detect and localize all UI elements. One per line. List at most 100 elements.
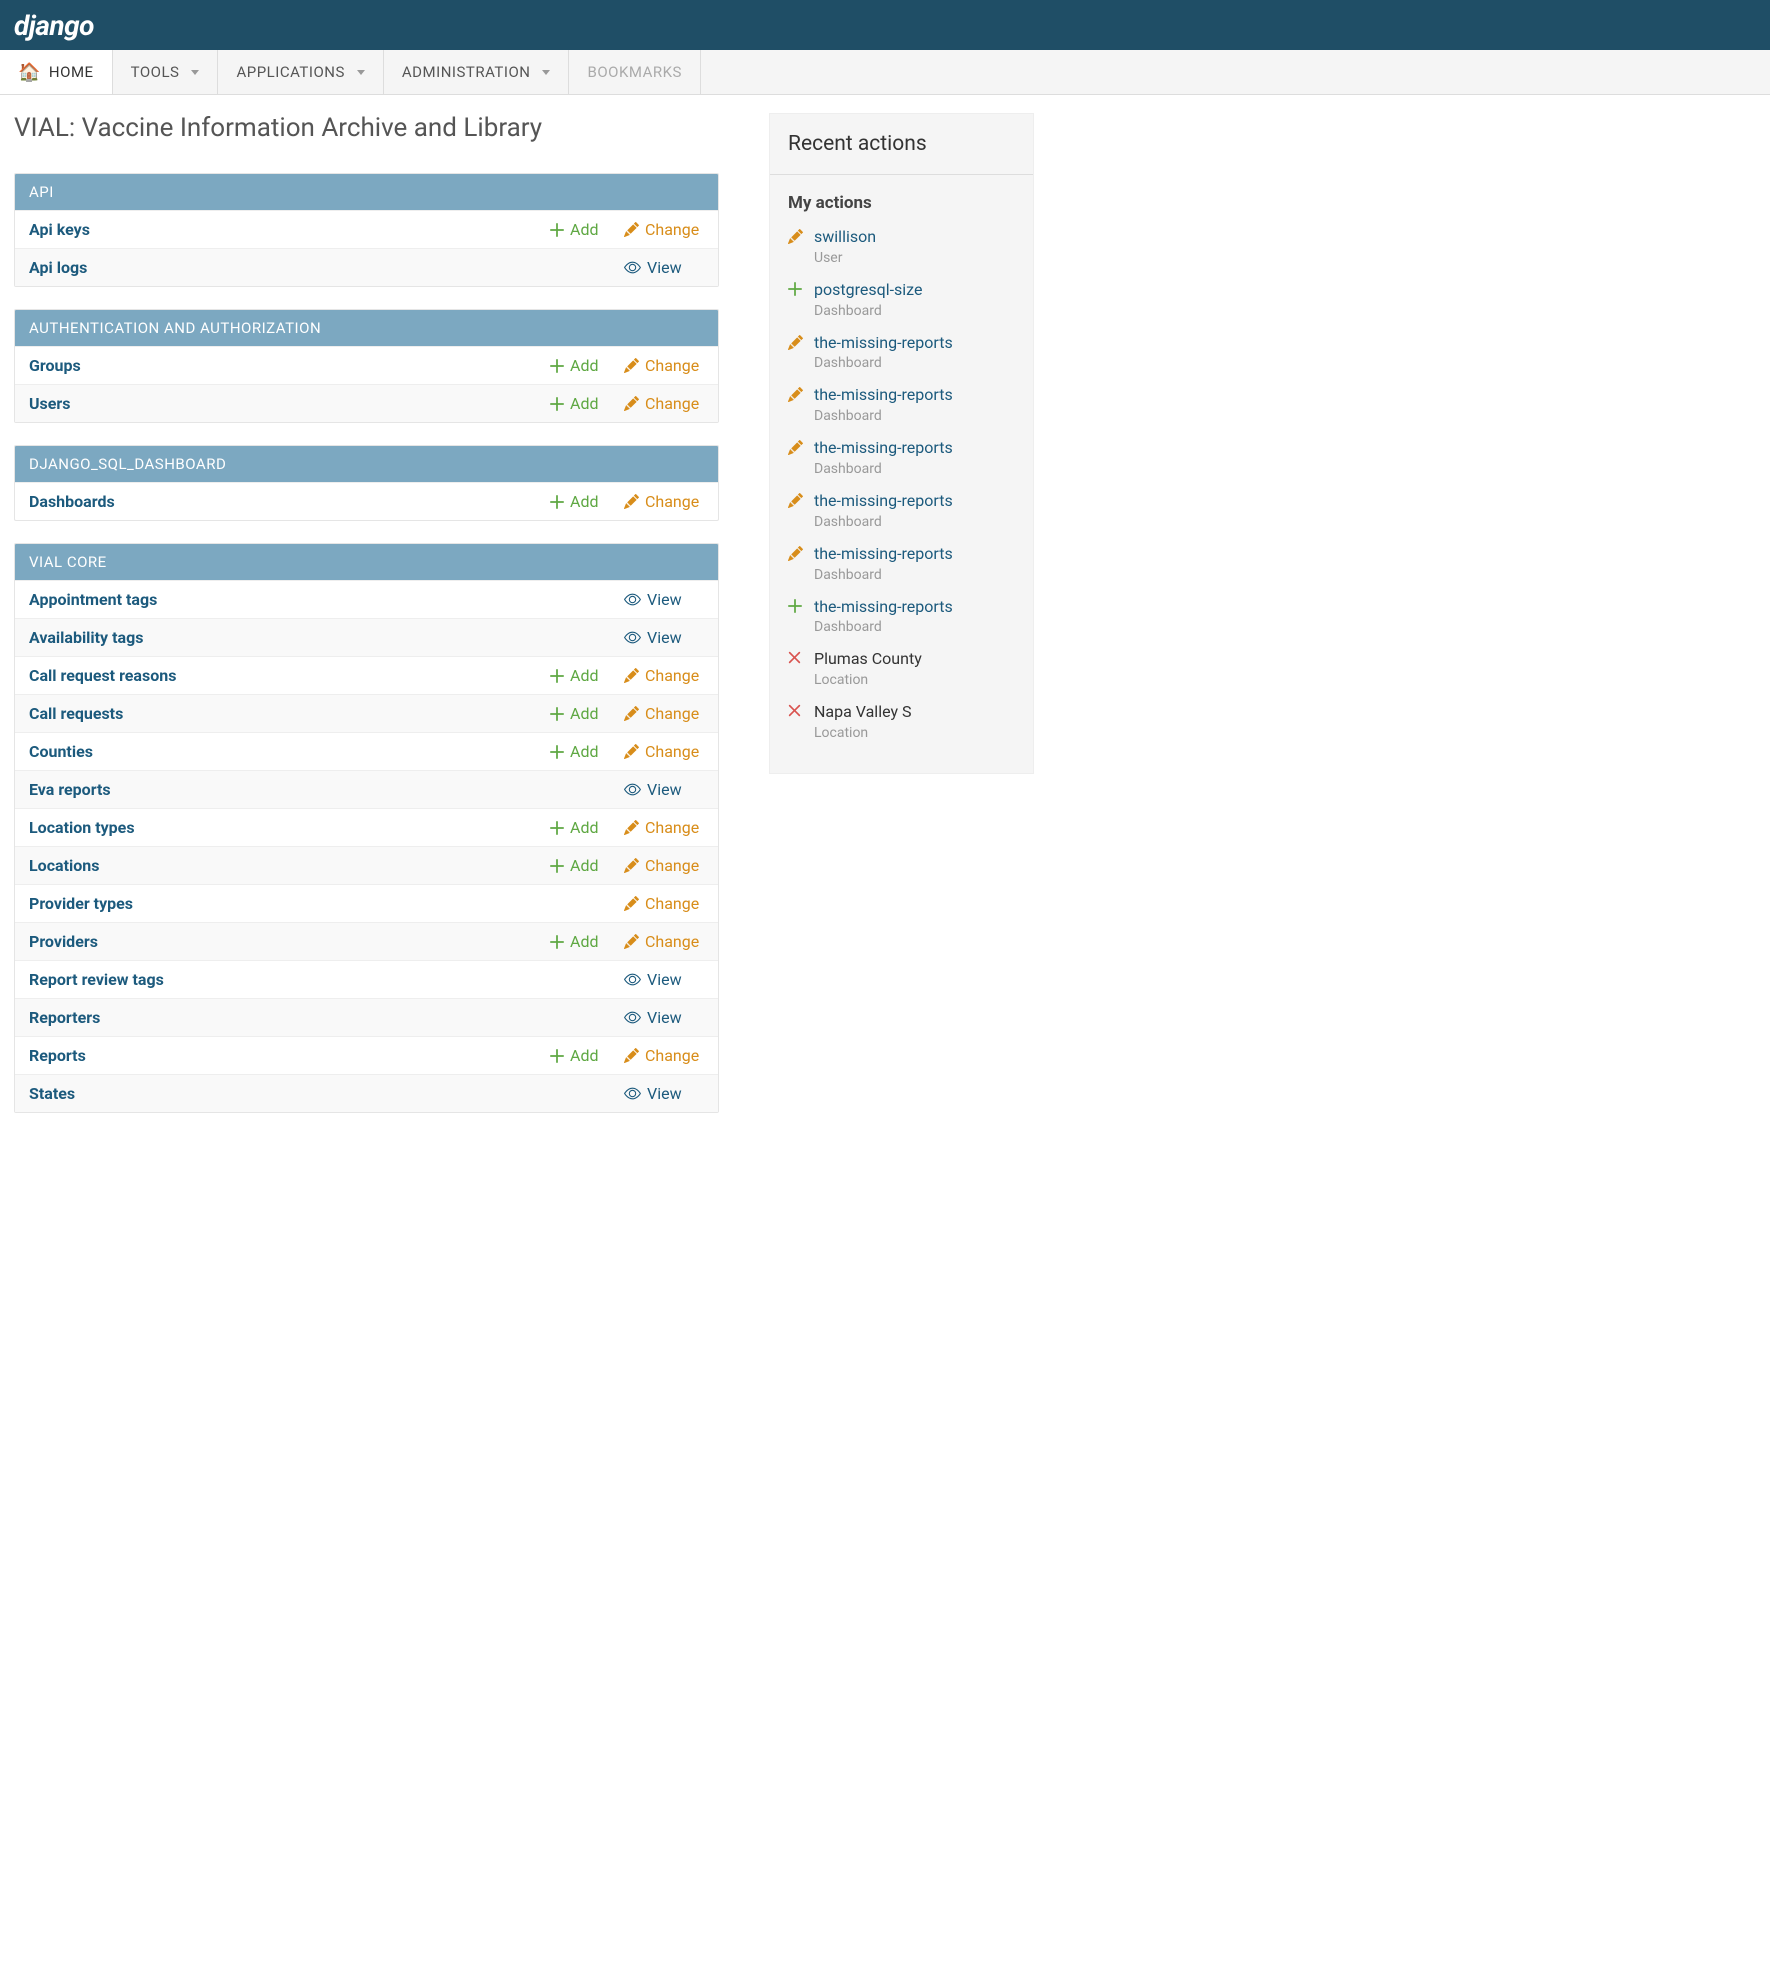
model-row: ReportsAddChange [15,1036,718,1074]
model-link[interactable]: Api keys [29,220,550,239]
model-link[interactable]: Reporters [29,1008,552,1027]
recent-action-text: postgresql-sizeDashboard [814,280,1015,319]
view-label: View [647,628,682,647]
model-link[interactable]: Api logs [29,258,552,277]
change-label: Change [645,894,699,913]
logo[interactable]: django [14,9,94,42]
recent-action-text: the-missing-reportsDashboard [814,597,1015,636]
model-link[interactable]: Appointment tags [29,590,552,609]
change-link[interactable]: Change [624,356,704,375]
recent-action-name[interactable]: the-missing-reports [814,544,1015,565]
model-link[interactable]: Users [29,394,550,413]
plus-icon [550,935,564,949]
change-label: Change [645,818,699,837]
app-section-header[interactable]: AUTHENTICATION AND AUTHORIZATION [15,310,718,346]
pencil-icon [624,896,639,911]
model-link[interactable]: Dashboards [29,492,550,511]
view-label: View [647,1084,682,1103]
add-link[interactable]: Add [550,818,622,837]
model-link[interactable]: Reports [29,1046,550,1065]
recent-actions-box: Recent actions My actions swillisonUserp… [769,113,1034,774]
change-label: Change [645,492,699,511]
change-link[interactable]: Change [624,1046,704,1065]
change-link[interactable]: Change [624,818,704,837]
model-row: ProvidersAdd Change [15,922,718,960]
model-link[interactable]: States [29,1084,552,1103]
pencil-icon [788,227,804,266]
change-link[interactable]: Change [624,856,704,875]
view-link[interactable]: View [624,1008,704,1027]
nav-home[interactable]: 🏠 HOME [0,50,113,94]
app-section: AUTHENTICATION AND AUTHORIZATION GroupsAd… [14,309,719,423]
change-link[interactable]: Change [624,394,704,413]
pencil-icon [624,668,639,683]
plus-icon [550,495,564,509]
recent-action-name[interactable]: the-missing-reports [814,597,1015,618]
add-link[interactable]: Add [550,492,622,511]
recent-actions-title: Recent actions [788,132,1015,156]
model-link[interactable]: Providers [29,932,550,951]
change-link[interactable]: Change [624,492,704,511]
change-link[interactable]: Change [624,894,704,913]
model-link[interactable]: Location types [29,818,550,837]
model-link[interactable]: Provider types [29,894,552,913]
page-content: VIAL: Vaccine Information Archive and Li… [0,95,1770,1153]
view-link[interactable]: View [624,970,704,989]
recent-action-type: Dashboard [814,514,1015,530]
app-section-header[interactable]: VIAL CORE [15,544,718,580]
left-column: VIAL: Vaccine Information Archive and Li… [14,113,719,1135]
view-link[interactable]: View [624,1084,704,1103]
model-row: Call request reasonsAddChange [15,656,718,694]
change-link[interactable]: Change [624,666,704,685]
model-link[interactable]: Availability tags [29,628,552,647]
change-label: Change [645,704,699,723]
model-link[interactable]: Locations [29,856,550,875]
view-link[interactable]: View [624,780,704,799]
add-link[interactable]: Add [550,220,622,239]
model-link[interactable]: Eva reports [29,780,552,799]
page-title: VIAL: Vaccine Information Archive and Li… [14,113,719,143]
app-section-header[interactable]: API [15,174,718,210]
recent-action-name[interactable]: swillison [814,227,1015,248]
model-link[interactable]: Report review tags [29,970,552,989]
recent-action-name[interactable]: the-missing-reports [814,333,1015,354]
nav-administration[interactable]: ADMINISTRATION [384,50,570,94]
recent-action-type: Dashboard [814,619,1015,635]
plus-icon [550,397,564,411]
add-link[interactable]: Add [550,394,622,413]
add-link[interactable]: Add [550,666,622,685]
view-link[interactable]: View [624,590,704,609]
add-link[interactable]: Add [550,742,622,761]
recent-action-name[interactable]: the-missing-reports [814,438,1015,459]
recent-action-text: the-missing-reportsDashboard [814,333,1015,372]
model-link[interactable]: Call requests [29,704,550,723]
nav-bar: 🏠 HOME TOOLS APPLICATIONS ADMINISTRATION… [0,50,1770,95]
app-section-header[interactable]: DJANGO_SQL_DASHBOARD [15,446,718,482]
plus-icon [550,821,564,835]
recent-action-name[interactable]: the-missing-reports [814,491,1015,512]
view-link[interactable]: View [624,258,704,277]
add-link[interactable]: Add [550,856,622,875]
change-label: Change [645,932,699,951]
model-link[interactable]: Call request reasons [29,666,550,685]
recent-action-type: Location [814,725,1015,741]
change-link[interactable]: Change [624,220,704,239]
recent-action-name[interactable]: postgresql-size [814,280,1015,301]
nav-bookmarks[interactable]: BOOKMARKS [569,50,700,94]
change-label: Change [645,220,699,239]
model-link[interactable]: Counties [29,742,550,761]
recent-action-type: Location [814,672,1015,688]
add-link[interactable]: Add [550,704,622,723]
view-link[interactable]: View [624,628,704,647]
add-link[interactable]: Add [550,932,622,951]
change-link[interactable]: Change [624,932,704,951]
recent-action-name[interactable]: the-missing-reports [814,385,1015,406]
change-link[interactable]: Change [624,704,704,723]
model-link[interactable]: Groups [29,356,550,375]
nav-applications[interactable]: APPLICATIONS [218,50,383,94]
add-link[interactable]: Add [550,1046,622,1065]
nav-tools[interactable]: TOOLS [113,50,219,94]
plus-icon [550,859,564,873]
change-link[interactable]: Change [624,742,704,761]
add-link[interactable]: Add [550,356,622,375]
